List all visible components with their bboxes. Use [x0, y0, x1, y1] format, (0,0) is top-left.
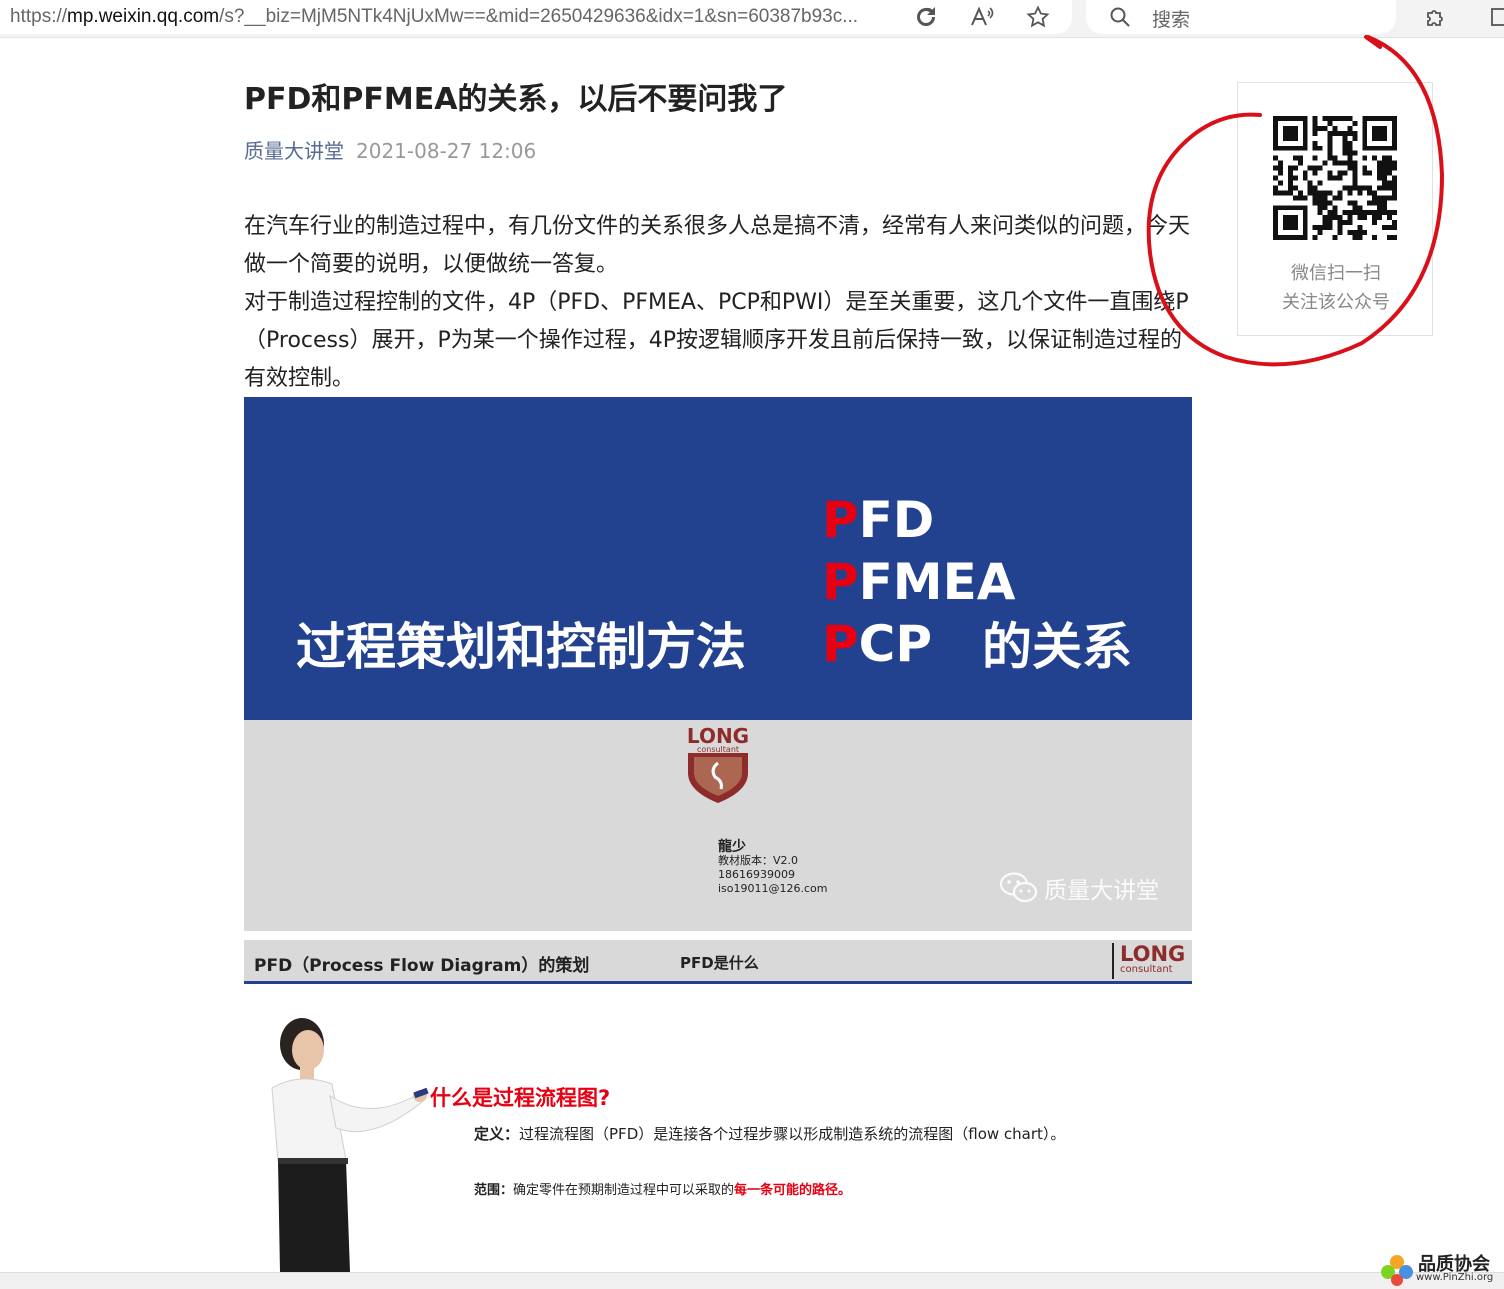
slide-image-title: 过程策划和控制方法 PFD PFMEA PCP 的关系 LONG consult… [244, 397, 1192, 931]
slide-version: 教材版本：V2.0 [718, 854, 799, 867]
extensions-puzzle-icon[interactable] [1422, 3, 1450, 31]
shield-logo-subtext: consultant [697, 745, 739, 754]
wechat-icon [1000, 872, 1038, 903]
slide-author-info: 龍少 教材版本：V2.0 18616939009 iso19011@126.co… [718, 840, 828, 896]
wechat-qr-panel: 微信扫一扫 关注该公众号 [1237, 82, 1433, 336]
presenter-woman-illustration [271, 1018, 429, 1272]
author-link[interactable]: 质量大讲堂 [244, 139, 344, 163]
slide-phone: 18616939009 [718, 868, 795, 881]
slide-image-pfd-definition: 什么是过程流程图? 定义：过程流程图（PFD）是连接各个过程步骤以形成制造系统的… [244, 990, 1192, 1272]
article-paragraph: 对于制造过程控制的文件，4P（PFD、PFMEA、PCP和PWI）是至关重要，这… [244, 290, 1189, 391]
address-bar-url[interactable]: https://mp.weixin.qq.com/s?__biz=MjM5NTk… [10, 6, 858, 28]
article-title: PFD和PFMEA的关系，以后不要问我了 [244, 82, 788, 117]
long-consultant-shield-logo: LONG consultant [687, 724, 749, 803]
article-paragraph: 在汽车行业的制造过程中，有几份文件的关系很多人总是搞不清，经常有人来问类似的问题… [244, 214, 1191, 277]
edge-refresh-icon[interactable] [912, 3, 940, 31]
article-body: 在汽车行业的制造过程中，有几份文件的关系很多人总是搞不清，经常有人来问类似的问题… [244, 208, 1194, 398]
browser-toolbar: https://mp.weixin.qq.com/s?__biz=MjM5NTk… [0, 0, 1504, 38]
search-icon [1106, 3, 1134, 31]
article-meta: 质量大讲堂 2021-08-27 12:06 [244, 135, 536, 164]
corner-logo-url: www.PinZhi.org [1416, 1272, 1494, 1283]
pfd-scope: 范围：确定零件在预期制造过程中可以采取的每一条可能的路径。 [474, 1183, 852, 1198]
slide-relation-text: 的关系 [982, 618, 1132, 676]
slide-main-title: 过程策划和控制方法 [296, 618, 746, 676]
stack-item-pfd: PFD [822, 491, 935, 549]
question-title: 什么是过程流程图? [430, 1086, 611, 1110]
section-header-subtitle: PFD是什么 [680, 954, 759, 972]
publish-date: 2021-08-27 12:06 [356, 139, 537, 163]
slide-author-name: 龍少 [718, 839, 746, 855]
search-box[interactable]: 搜索 [1086, 0, 1396, 34]
favorite-star-icon[interactable] [1024, 3, 1052, 31]
section-header-title: PFD（Process Flow Diagram）的策划 [254, 956, 590, 976]
qr-code-image[interactable] [1273, 116, 1397, 240]
wechat-watermark: 质量大讲堂 [1000, 871, 1159, 905]
slide-section-header: PFD（Process Flow Diagram）的策划 PFD是什么 LONG… [244, 940, 1192, 984]
long-consultant-logo: LONG consultant [1112, 943, 1190, 979]
split-screen-icon[interactable] [1484, 3, 1504, 31]
pinzhi-corner-logo: 品质协会 www.PinZhi.org [1378, 1250, 1504, 1289]
stack-item-pfmea: PFMEA [822, 553, 1016, 611]
search-placeholder: 搜索 [1152, 9, 1191, 31]
pfd-definition: 定义：过程流程图（PFD）是连接各个过程步骤以形成制造系统的流程图（flow c… [474, 1125, 1066, 1143]
qr-caption: 微信扫一扫 关注该公众号 [1282, 263, 1390, 313]
slide-email: iso19011@126.com [718, 882, 828, 895]
bottom-taskbar [0, 1272, 1504, 1289]
pinzhi-flower-icon [1381, 1255, 1413, 1286]
read-aloud-icon[interactable] [968, 3, 996, 31]
